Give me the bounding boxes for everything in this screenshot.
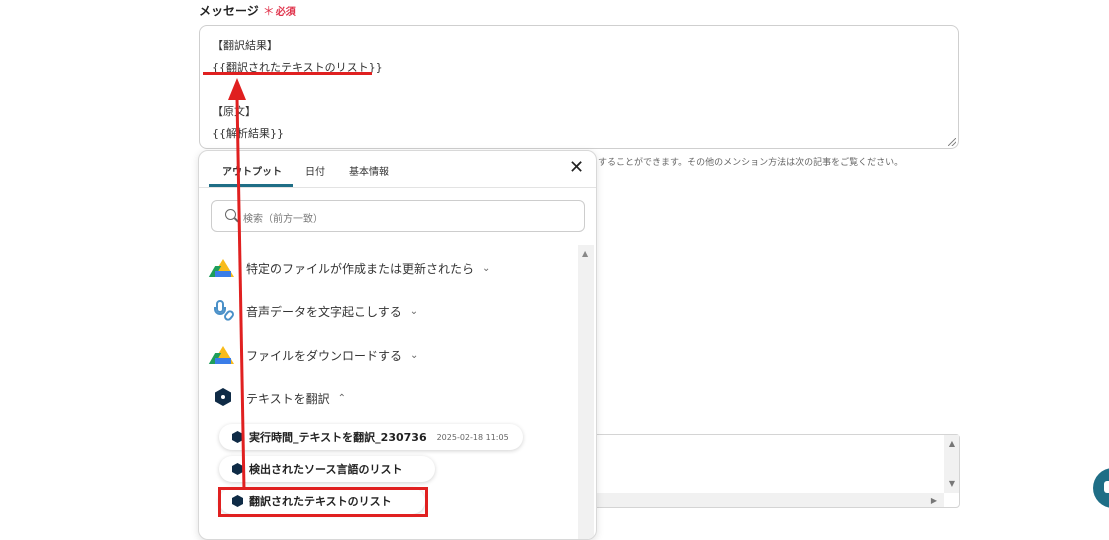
annotation-arrow bbox=[228, 78, 246, 491]
